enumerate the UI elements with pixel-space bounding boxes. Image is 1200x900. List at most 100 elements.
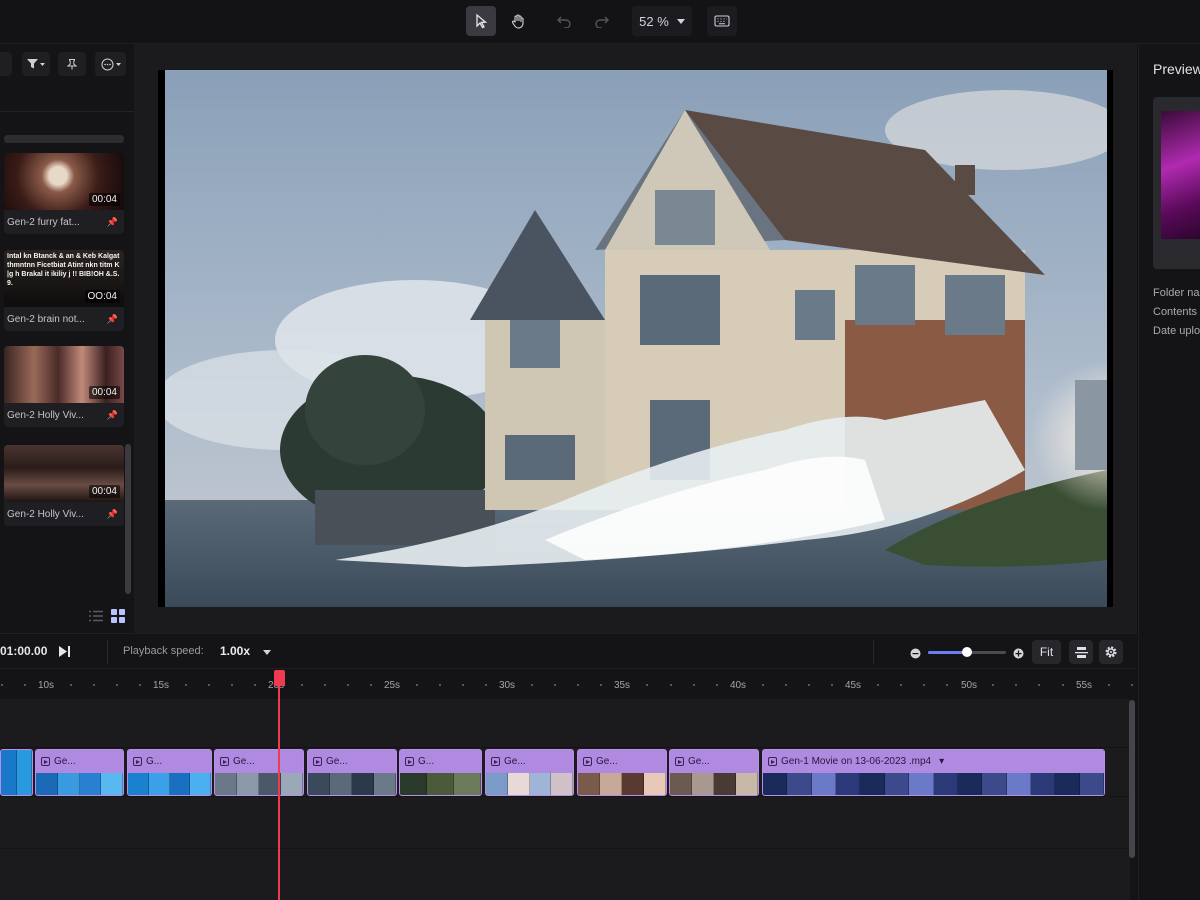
ruler-tick	[139, 684, 141, 686]
media-duration: 00:04	[88, 485, 120, 498]
snap-button[interactable]	[1069, 640, 1093, 664]
undo-icon	[557, 16, 571, 28]
media-panel-scrollbar[interactable]	[125, 444, 131, 594]
media-item[interactable]: Intal kn Btanck & an & Keb Kalgat thmntn…	[4, 250, 124, 331]
video-clip-icon	[313, 757, 322, 766]
clip-filmstrip	[763, 773, 1104, 795]
playback-speed-value: 1.00x	[220, 644, 251, 658]
filter-button[interactable]	[22, 52, 50, 76]
ruler-tick	[600, 684, 602, 686]
contents-label: Contents	[1153, 306, 1198, 318]
time-ruler[interactable]: 10s15s20s25s30s35s40s45s50s55s	[0, 669, 1137, 699]
pin-icon[interactable]: 📌	[107, 410, 118, 421]
media-item[interactable]: 00:04 Gen-2 furry fat... 📌	[4, 153, 124, 234]
ruler-tick-label: 10s	[37, 680, 55, 691]
filter-icon	[27, 59, 38, 69]
media-thumbnail: Intal kn Btanck & an & Keb Kalgat thmntn…	[4, 250, 124, 307]
timeline-clip[interactable]: Ge...	[214, 749, 304, 796]
redo-button[interactable]	[587, 6, 617, 36]
timeline-clip[interactable]: Gen-1 Movie on 13-06-2023 .mp4 ▾	[762, 749, 1105, 796]
ruler-tick	[1038, 684, 1040, 686]
media-title: Gen-2 brain not...	[7, 313, 85, 325]
pin-icon[interactable]: 📌	[107, 509, 118, 520]
playhead[interactable]	[278, 682, 280, 900]
ruler-tick	[808, 684, 810, 686]
clip-label: Ge...	[54, 756, 76, 767]
skip-end-icon	[59, 646, 70, 657]
skip-end-button[interactable]	[58, 645, 71, 663]
video-frame[interactable]	[158, 70, 1113, 607]
clip-header: Ge...	[486, 750, 573, 773]
ruler-tick	[70, 684, 72, 686]
clip-filmstrip	[400, 773, 481, 795]
timeline-clip[interactable]: G...	[127, 749, 212, 796]
zoom-out-button[interactable]	[910, 646, 921, 664]
grid-icon	[111, 609, 125, 623]
ruler-tick	[693, 684, 695, 686]
timeline-track[interactable]	[0, 797, 1130, 848]
media-duration: 00:04	[88, 193, 120, 206]
pin-filter-button[interactable]	[58, 52, 86, 76]
preview-thumbnail	[1153, 97, 1200, 269]
timeline-clip[interactable]: G...	[399, 749, 482, 796]
timeline-clip[interactable]: Ge...	[669, 749, 759, 796]
media-panel-button[interactable]	[0, 52, 12, 76]
ruler-tick	[185, 684, 187, 686]
timeline-clip[interactable]: Ge...	[307, 749, 397, 796]
hand-tool-button[interactable]	[503, 6, 533, 36]
divider	[0, 111, 134, 112]
more-options-button[interactable]	[95, 52, 126, 76]
timeline-clip[interactable]: Ge...	[35, 749, 124, 796]
ruler-tick	[462, 684, 464, 686]
video-clip-icon	[768, 757, 777, 766]
clip-filmstrip	[578, 773, 666, 795]
select-tool-button[interactable]	[466, 6, 496, 36]
clip-header: Ge...	[36, 750, 123, 773]
clip-header: G...	[128, 750, 211, 773]
timeline-clip[interactable]: Ge...	[485, 749, 574, 796]
cursor-icon	[476, 13, 488, 29]
pin-icon[interactable]: 📌	[107, 314, 118, 325]
ruler-tick-label: 50s	[960, 680, 978, 691]
clip-filmstrip	[128, 773, 211, 795]
grid-view-button[interactable]	[109, 607, 127, 625]
clip-label: Ge...	[596, 756, 618, 767]
ruler-tick-label: 45s	[844, 680, 862, 691]
preview-canvas	[134, 44, 1137, 633]
ruler-tick	[992, 684, 994, 686]
ruler-tick-label: 15s	[152, 680, 170, 691]
ruler-tick	[439, 684, 441, 686]
keyboard-shortcuts-button[interactable]	[707, 6, 737, 36]
media-item[interactable]: 00:04 Gen-2 Holly Viv... 📌	[4, 445, 124, 526]
timeline-track[interactable]	[0, 699, 1130, 747]
list-view-button[interactable]	[87, 607, 105, 625]
zoom-slider-handle[interactable]	[962, 647, 972, 657]
zoom-dropdown[interactable]: 52 %	[632, 6, 692, 36]
timeline-clip[interactable]: Ge...	[577, 749, 667, 796]
timeline[interactable]: 10s15s20s25s30s35s40s45s50s55s Ge...G...…	[0, 669, 1137, 900]
hand-icon	[511, 14, 524, 29]
timeline-track[interactable]	[0, 849, 1130, 900]
chevron-down-icon[interactable]: ▾	[939, 756, 944, 767]
ruler-tick	[208, 684, 210, 686]
fit-button[interactable]: Fit	[1032, 640, 1061, 664]
more-icon	[101, 58, 113, 70]
video-clip-icon	[583, 757, 592, 766]
undo-button[interactable]	[549, 6, 579, 36]
media-thumbnail: 00:04	[4, 346, 124, 403]
ruler-tick	[24, 684, 26, 686]
timeline-settings-button[interactable]	[1099, 640, 1123, 664]
clip-label: Ge...	[688, 756, 710, 767]
zoom-in-button[interactable]	[1013, 646, 1024, 664]
clip-filmstrip	[215, 773, 303, 795]
pin-icon[interactable]: 📌	[107, 217, 118, 228]
timeline-clip[interactable]	[0, 749, 33, 796]
video-clip-icon	[675, 757, 684, 766]
video-clip-icon	[220, 757, 229, 766]
playback-speed-dropdown[interactable]: 1.00x	[220, 644, 272, 658]
timeline-scrollbar[interactable]	[1129, 700, 1135, 858]
zoom-value: 52 %	[639, 13, 669, 29]
clip-filmstrip	[36, 773, 123, 795]
divider	[873, 640, 874, 664]
media-item[interactable]: 00:04 Gen-2 Holly Viv... 📌	[4, 346, 124, 427]
